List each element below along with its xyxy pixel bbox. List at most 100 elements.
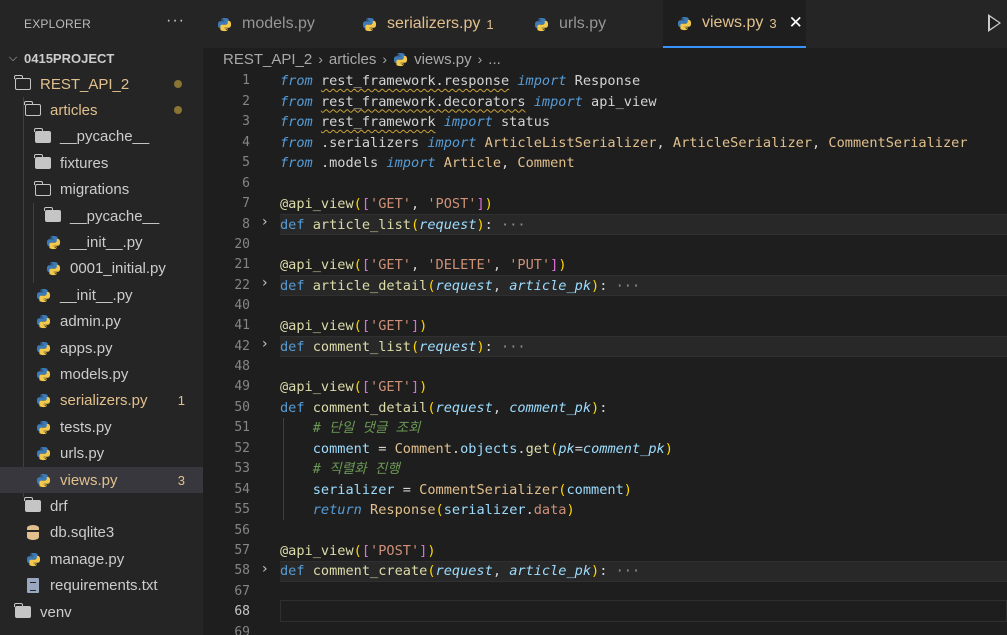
tab-label: views.py <box>702 14 764 31</box>
python-file-icon <box>393 52 408 67</box>
tab-urls[interactable]: urls.py <box>520 0 660 48</box>
tree-item-pycache[interactable]: __pycache__ <box>0 203 203 229</box>
tree-item-db-sqlite3[interactable]: db.sqlite3 <box>0 520 203 546</box>
tree-item-label: __init__.py <box>70 233 143 251</box>
tab-views[interactable]: views.py 3 ✕ <box>663 0 806 48</box>
breadcrumb-item[interactable]: REST_API_2 <box>223 51 312 68</box>
tree-item-init-py[interactable]: __init__.py <box>0 229 203 255</box>
code-line: serializer = CommentSerializer(comment) <box>312 481 632 498</box>
tab-label: urls.py <box>559 15 607 32</box>
explorer-header: EXPLORER ··· <box>0 0 203 48</box>
tree-item-articles[interactable]: articles <box>0 97 203 123</box>
tree-item-admin-py[interactable]: admin.py <box>0 309 203 335</box>
folder-open-icon <box>14 75 32 92</box>
tree-item-venv[interactable]: venv <box>0 599 203 625</box>
tree-item-label: articles <box>50 101 98 119</box>
line-number: 50 <box>234 399 250 415</box>
problem-count-badge: 1 <box>486 16 494 32</box>
folder-open-icon <box>34 180 52 198</box>
line-number: 40 <box>234 298 250 313</box>
tree-item-rest-api-2[interactable]: REST_API_2 <box>0 71 203 97</box>
more-actions-icon[interactable]: ··· <box>166 12 185 30</box>
chevron-right-icon[interactable]: › <box>262 336 268 352</box>
tree-item-apps-py[interactable]: apps.py <box>0 335 203 361</box>
tree-item-label: migrations <box>60 181 130 199</box>
folder-icon <box>14 603 32 620</box>
python-file-icon <box>44 234 62 250</box>
tab-models[interactable]: models.py <box>203 0 340 48</box>
tree-item-label: views.py <box>60 471 118 489</box>
tree-item-init-py[interactable]: __init__.py <box>0 282 203 308</box>
tree-item-label: drf <box>50 497 68 515</box>
close-icon[interactable]: ✕ <box>789 13 803 33</box>
chevron-right-icon: › <box>318 51 323 67</box>
tree-item-label: models.py <box>60 365 129 383</box>
folder-icon <box>34 127 52 145</box>
chevron-right-icon: › <box>477 51 483 67</box>
tab-serializers[interactable]: serializers.py 1 <box>348 0 518 48</box>
tree-item-label: requirements.txt <box>50 577 158 595</box>
tree-item-models-py[interactable]: models.py <box>0 361 203 387</box>
code-line: from rest_framework.response import Resp… <box>280 73 641 89</box>
chevron-right-icon[interactable]: › <box>262 275 268 291</box>
code-line: return Response(serializer.data) <box>312 502 575 518</box>
python-file-icon <box>34 446 52 462</box>
tree-item-serializers-py[interactable]: serializers.py 1 <box>0 388 203 414</box>
chevron-right-icon[interactable]: › <box>262 214 268 230</box>
python-file-icon <box>34 314 52 330</box>
tab-bar: models.py serializers.py 1 urls.py views… <box>203 0 1007 48</box>
folder-icon <box>24 497 42 514</box>
line-number: 41 <box>234 318 250 333</box>
line-number: 52 <box>234 440 250 456</box>
line-number: 54 <box>234 481 250 497</box>
tree-item-label: serializers.py <box>60 392 148 410</box>
tree-item-label: db.sqlite3 <box>50 524 115 542</box>
code-line: from rest_framework import status <box>280 114 551 130</box>
tree-item-views-py[interactable]: views.py 3 <box>0 467 203 493</box>
line-number: 68 <box>234 604 250 619</box>
folder-icon <box>44 207 62 224</box>
tree-item-label: 0001_initial.py <box>70 260 166 278</box>
code-line: def article_detail(request, article_pk):… <box>280 277 641 294</box>
tree-item-label: __init__.py <box>60 286 133 304</box>
tree-item-requirements-txt[interactable]: requirements.txt <box>0 573 203 599</box>
line-number: 4 <box>242 134 250 150</box>
tree-item-manage-py[interactable]: manage.py <box>0 546 203 572</box>
chevron-right-icon: › <box>382 51 388 67</box>
line-number: 67 <box>234 583 250 599</box>
line-number: 49 <box>234 379 250 394</box>
line-number: 5 <box>242 155 250 170</box>
breadcrumb-item[interactable]: views.py <box>414 51 472 68</box>
python-file-icon <box>362 17 377 32</box>
tab-label: models.py <box>242 15 315 32</box>
breadcrumb-item[interactable]: ... <box>488 51 501 68</box>
modified-dot-icon <box>174 80 182 88</box>
python-file-icon <box>534 17 549 32</box>
project-root[interactable]: ⌵ 0415PROJECT <box>0 45 203 71</box>
tree-item-tests-py[interactable]: tests.py <box>0 414 203 440</box>
line-number: 42 <box>234 338 250 354</box>
line-number: 2 <box>242 93 250 109</box>
breadcrumb-item[interactable]: articles <box>329 51 377 68</box>
chevron-right-icon[interactable]: › <box>262 561 268 577</box>
tree-item-label: apps.py <box>60 339 113 357</box>
problem-count-badge: 3 <box>769 15 777 31</box>
tree-item-urls-py[interactable]: urls.py <box>0 441 203 467</box>
python-file-icon <box>34 472 52 488</box>
run-icon[interactable] <box>988 14 1001 32</box>
tree-item-label: REST_API_2 <box>40 75 130 93</box>
line-number: 55 <box>234 502 250 517</box>
code-line: comment = Comment.objects.get(pk=comment… <box>312 440 673 457</box>
python-file-icon <box>34 340 52 356</box>
line-number: 3 <box>242 114 250 129</box>
tree-item-0001-initial-py[interactable]: 0001_initial.py <box>0 256 203 282</box>
tree-item-drf[interactable]: drf <box>0 493 203 519</box>
tree-item-fixtures[interactable]: fixtures <box>0 150 203 176</box>
problem-count-badge: 1 <box>177 393 185 409</box>
line-number: 48 <box>234 359 250 374</box>
tree-item-migrations[interactable]: migrations <box>0 177 203 203</box>
code-line: @api_view(['GET', 'DELETE', 'PUT']) <box>280 257 567 273</box>
tree-item-pycache[interactable]: __pycache__ <box>0 124 203 150</box>
code-line: def comment_create(request, article_pk):… <box>280 563 641 579</box>
code-editor[interactable]: 1 2 3 4 5 6 7 8 20 21 22 40 41 42 48 49 50 51 52 53 54 55 56 57… <box>203 70 1007 635</box>
